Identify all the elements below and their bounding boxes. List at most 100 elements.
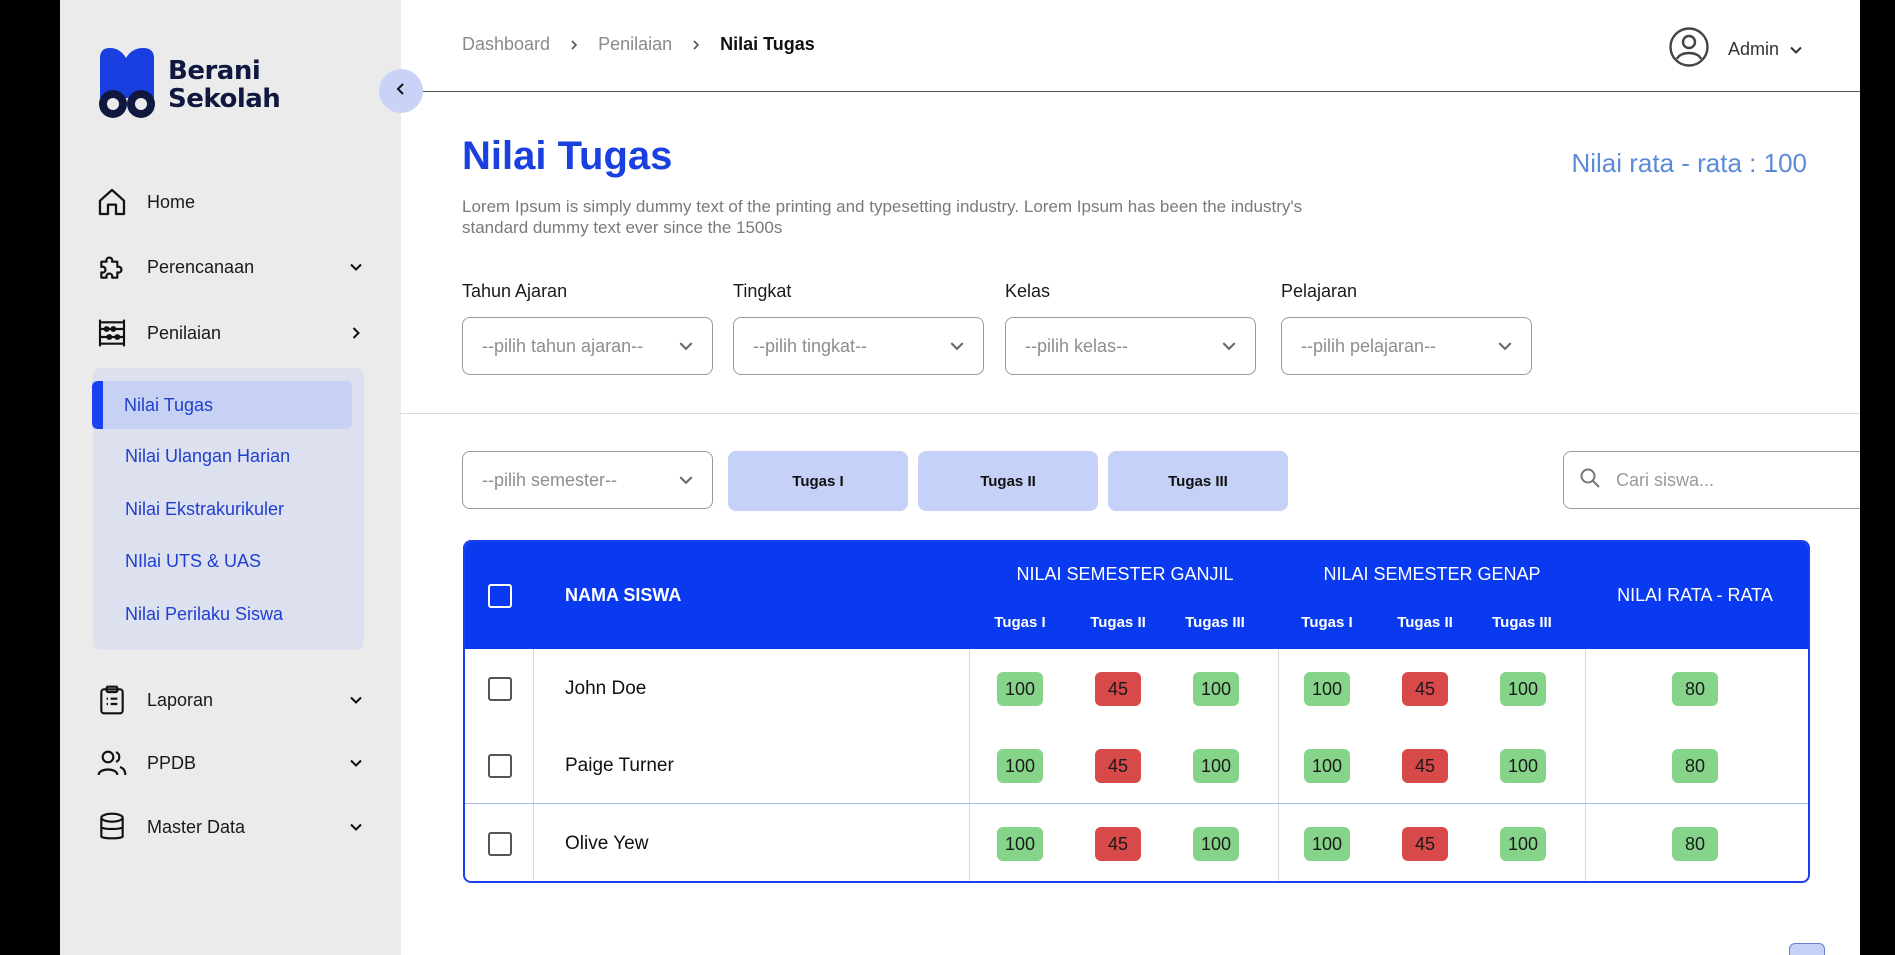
score-badge: 100 <box>1304 749 1350 783</box>
tab-tugas-2[interactable]: Tugas II <box>918 451 1098 511</box>
score-badge: 100 <box>997 827 1043 861</box>
chevron-down-icon <box>346 753 366 773</box>
header-ganjil-tugas-3: Tugas III <box>1185 614 1245 631</box>
chevron-down-icon <box>346 257 366 277</box>
row-checkbox[interactable] <box>488 677 512 701</box>
row-checkbox[interactable] <box>488 754 512 778</box>
score-badge: 45 <box>1402 672 1448 706</box>
score-badge: 100 <box>997 672 1043 706</box>
pelajaran-select[interactable]: --pilih pelajaran-- <box>1281 317 1532 375</box>
breadcrumb-current: Nilai Tugas <box>720 34 815 54</box>
home-icon <box>96 186 128 218</box>
chevron-down-icon <box>346 690 366 710</box>
users-icon <box>96 747 128 779</box>
chevron-down-icon <box>1497 338 1513 359</box>
tahun-ajaran-select[interactable]: --pilih tahun ajaran-- <box>462 317 713 375</box>
table-row: John Doe 100 45 100 100 45 100 80 <box>465 650 1808 728</box>
user-name: Admin <box>1728 39 1780 59</box>
tab-tugas-3[interactable]: Tugas III <box>1108 451 1288 511</box>
score-badge: 100 <box>1193 672 1239 706</box>
logo-text: Berani Sekolah <box>168 56 281 114</box>
filter-label-pelajaran: Pelajaran <box>1281 281 1358 301</box>
table-row: Paige Turner 100 45 100 100 45 100 80 <box>465 727 1808 805</box>
search-input[interactable] <box>1616 469 1856 491</box>
filter-label-tingkat: Tingkat <box>733 281 792 301</box>
page-description: Lorem Ipsum is simply dummy text of the … <box>462 197 1303 237</box>
select-all-checkbox[interactable] <box>488 584 512 608</box>
chevron-down-icon <box>678 472 694 493</box>
table-row: Olive Yew 100 45 100 100 45 100 80 <box>465 805 1808 881</box>
kelas-select[interactable]: --pilih kelas-- <box>1005 317 1256 375</box>
main-content: Dashboard Penilaian Nilai Tugas Admin Ni… <box>401 0 1860 955</box>
breadcrumb-penilaian[interactable]: Penilaian <box>598 34 672 55</box>
database-icon <box>96 811 128 843</box>
score-badge: 45 <box>1402 827 1448 861</box>
section-divider <box>401 413 1860 414</box>
average-summary: Nilai rata - rata : 100 <box>1571 148 1807 178</box>
sidebar-item-label: Home <box>147 191 196 212</box>
submenu-item-nilai-uts-uas[interactable]: NIlai UTS & UAS <box>93 537 353 585</box>
sidebar-item-label: Penilaian <box>147 322 222 343</box>
chevron-left-icon <box>394 82 408 101</box>
select-placeholder: --pilih semester-- <box>482 469 618 490</box>
semester-select[interactable]: --pilih semester-- <box>462 451 713 509</box>
filter-label-tahun-ajaran: Tahun Ajaran <box>462 281 568 301</box>
tab-tugas-1[interactable]: Tugas I <box>728 451 908 511</box>
sidebar: Berani Sekolah Home Perencanaan Penilaia… <box>60 0 401 955</box>
chevron-down-icon <box>1789 43 1803 57</box>
average-badge: 80 <box>1672 827 1718 861</box>
select-placeholder: --pilih tahun ajaran-- <box>482 335 644 356</box>
chevron-right-icon <box>346 323 366 343</box>
submenu-item-nilai-ulangan-harian[interactable]: Nilai Ulangan Harian <box>93 432 353 480</box>
sidebar-item-home[interactable]: Home <box>96 182 366 222</box>
chevron-right-icon <box>568 39 580 51</box>
submenu-item-nilai-ekstrakurikuler[interactable]: Nilai Ekstrakurikuler <box>93 485 353 533</box>
row-checkbox[interactable] <box>488 832 512 856</box>
chevron-right-icon <box>690 39 702 51</box>
student-name: John Doe <box>565 678 647 699</box>
header-ganjil-tugas-2: Tugas II <box>1090 614 1146 631</box>
score-badge: 45 <box>1095 672 1141 706</box>
score-badge: 100 <box>1193 749 1239 783</box>
sidebar-item-label: Laporan <box>147 689 214 710</box>
sidebar-item-master-data[interactable]: Master Data <box>96 807 366 847</box>
grades-table: NAMA SISWA NILAI SEMESTER GANJIL Tugas I… <box>463 540 1810 883</box>
chevron-down-icon <box>949 338 965 359</box>
user-avatar-icon <box>1668 26 1710 73</box>
app-window: Berani Sekolah Home Perencanaan Penilaia… <box>60 0 1860 955</box>
select-placeholder: --pilih tingkat-- <box>753 335 868 356</box>
sidebar-item-label: PPDB <box>147 752 197 773</box>
select-placeholder: --pilih kelas-- <box>1025 335 1129 356</box>
logo[interactable]: Berani Sekolah <box>96 48 281 122</box>
table-header: NAMA SISWA NILAI SEMESTER GANJIL Tugas I… <box>465 542 1808 649</box>
user-menu[interactable]: Admin <box>1668 26 1803 73</box>
clipboard-icon <box>96 684 128 716</box>
submenu-item-nilai-perilaku-siswa[interactable]: Nilai Perilaku Siswa <box>93 590 353 638</box>
breadcrumb-dashboard[interactable]: Dashboard <box>462 34 550 55</box>
topbar: Dashboard Penilaian Nilai Tugas Admin <box>401 0 1860 92</box>
sidebar-item-ppdb[interactable]: PPDB <box>96 743 366 783</box>
average-badge: 80 <box>1672 749 1718 783</box>
sidebar-item-perencanaan[interactable]: Perencanaan <box>96 247 366 287</box>
logo-icon <box>96 48 158 122</box>
sidebar-collapse-button[interactable] <box>379 69 423 113</box>
score-badge: 100 <box>1500 749 1546 783</box>
select-placeholder: --pilih pelajaran-- <box>1301 335 1437 356</box>
header-semester-ganjil: NILAI SEMESTER GANJIL <box>1016 564 1234 584</box>
score-badge: 45 <box>1095 827 1141 861</box>
student-name: Olive Yew <box>565 833 649 854</box>
puzzle-icon <box>96 251 128 283</box>
header-genap-tugas-3: Tugas III <box>1492 614 1552 631</box>
header-nilai-rata-rata: NILAI RATA - RATA <box>1617 585 1773 605</box>
pagination-button[interactable] <box>1789 943 1825 955</box>
submenu-item-nilai-tugas[interactable]: Nilai Tugas <box>92 381 352 429</box>
tingkat-select[interactable]: --pilih tingkat-- <box>733 317 984 375</box>
breadcrumb: Dashboard Penilaian Nilai Tugas <box>462 34 815 55</box>
header-genap-tugas-1: Tugas I <box>1301 614 1353 631</box>
sidebar-item-penilaian[interactable]: Penilaian <box>96 313 366 353</box>
search-box[interactable] <box>1563 451 1860 509</box>
sidebar-item-label: Perencanaan <box>147 256 255 277</box>
header-ganjil-tugas-1: Tugas I <box>994 614 1046 631</box>
sidebar-item-laporan[interactable]: Laporan <box>96 680 366 720</box>
header-genap-tugas-2: Tugas II <box>1397 614 1453 631</box>
